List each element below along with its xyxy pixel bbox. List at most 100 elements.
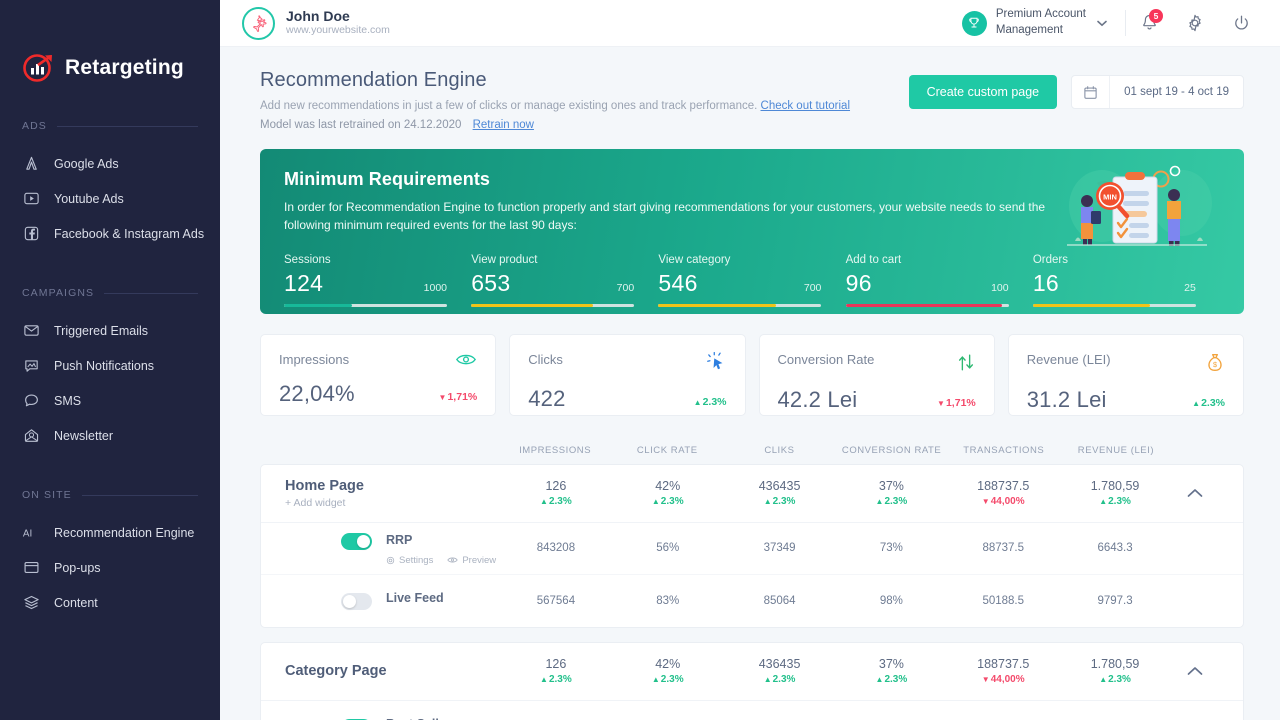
kpi-value: 422 [528,386,565,412]
sidebar-item-pop-ups[interactable]: Pop-ups [0,550,220,585]
power-button[interactable] [1218,0,1264,47]
cell-click-rate: 56% [612,542,724,554]
page-content: Recommendation Engine Add new recommenda… [220,47,1280,720]
minimum-requirements-banner: Minimum Requirements In order for Recomm… [260,149,1244,314]
google-ads-icon [22,155,40,173]
cell-value: 1.780,59 [1059,657,1171,671]
banner-metrics: Sessions 124 1000 View product 653 700 [284,254,1220,307]
table-row[interactable]: Category Page 126 ▲2.3% 42% ▲2.3% 436435… [261,643,1243,701]
cell-delta: ▲2.3% [500,496,612,507]
kpi-value: 22,04% [279,381,355,407]
brand[interactable]: Retargeting [0,0,220,84]
metric-progress-bar [284,304,447,307]
cell-value: 37% [835,657,947,671]
table-column-headers: IMPRESSIONS CLICK RATE CLIKS CONVERSION … [260,438,1244,464]
widget-toggle[interactable] [341,533,372,550]
widget-preview-button[interactable]: Preview [447,555,496,566]
cell-impressions: 567564 [500,595,612,607]
svg-text:$: $ [1213,360,1217,369]
kpi-delta: ▼1,71% [439,391,478,407]
kpi-title: Impressions [279,352,349,367]
user-name: John Doe [286,8,390,24]
widget-toggle[interactable] [341,593,372,610]
sidebar-item-sms[interactable]: SMS [0,383,220,418]
power-icon [1232,14,1251,33]
cell-delta: ▲2.3% [500,674,612,685]
kpi-value: 31.2 Lei [1027,387,1107,413]
money-bag-icon: $ [1205,352,1225,378]
retrain-now-link[interactable]: Retrain now [473,119,534,131]
sidebar-item-google-ads[interactable]: Google Ads [0,146,220,181]
model-retrain-line: Model was last retrained on 24.12.2020 R… [260,119,850,131]
metric-max: 1000 [424,282,447,294]
cell-impressions: 843208 [500,542,612,554]
widget-settings-button[interactable]: Settings [386,555,433,566]
create-custom-page-button[interactable]: Create custom page [909,75,1058,109]
trophy-icon [962,11,987,36]
metric-max: 700 [804,282,822,294]
widget-name-cell: RRP Settings Preview [285,531,500,566]
date-range-picker[interactable]: 01 sept 19 - 4 oct 19 [1071,75,1244,109]
user-website: www.yourwebsite.com [286,24,390,38]
sidebar-section-on-site: ON SITE AI Recommendation Engine Pop-ups [0,489,220,620]
cell-transactions: 188737.5 ▼44,00% [947,479,1059,507]
sidebar-item-facebook-instagram-ads[interactable]: Facebook & Instagram Ads [0,216,220,251]
metric-progress-bar [471,304,634,307]
chevron-up-icon[interactable] [1171,666,1219,676]
date-range-value: 01 sept 19 - 4 oct 19 [1110,86,1243,98]
page-title: Recommendation Engine [260,69,850,92]
user-profile[interactable]: John Doe www.yourwebsite.com [242,7,390,40]
metric-view-product: View product 653 700 [471,254,658,307]
kpi-title: Conversion Rate [778,352,875,367]
metric-progress-fill [1033,304,1150,307]
sidebar-item-youtube-ads[interactable]: Youtube Ads [0,181,220,216]
group-name-cell: Home Page + Add widget [285,478,500,509]
sidebar-item-push-notifications[interactable]: Push Notifications [0,348,220,383]
check-out-tutorial-link[interactable]: Check out tutorial [761,100,851,112]
sidebar-item-label: Push Notifications [54,359,154,373]
metric-label: View category [658,254,845,266]
layers-icon [22,594,40,612]
popup-window-icon [22,559,40,577]
divider [82,495,198,496]
kpi-delta: ▲2.3% [694,396,727,412]
metric-progress-bar [1033,304,1196,307]
cell-conversion-rate: 37% ▲2.3% [835,657,947,685]
cell-delta: ▲2.3% [835,674,947,685]
brand-name: Retargeting [65,56,184,80]
metric-label: Add to cart [846,254,1033,266]
cell-value: 42% [612,657,724,671]
table-group-category-page: Category Page 126 ▲2.3% 42% ▲2.3% 436435… [260,642,1244,720]
premium-account-dropdown[interactable]: Premium Account Management [962,7,1125,38]
notifications-button[interactable]: 5 [1126,0,1172,47]
widget-row-live-feed: Live Feed 567564 83% 85064 98% 50188.5 9… [261,575,1243,627]
metric-orders: Orders 16 25 [1033,254,1220,307]
illustration-badge-text: MIN [1103,192,1117,201]
push-notification-icon [22,357,40,375]
kpi-card-clicks: Clicks 422 ▲2.3% [509,334,745,416]
cell-cliks: 37349 [724,542,836,554]
cell-conversion-rate: 73% [835,542,947,554]
cell-value: 188737.5 [947,657,1059,671]
sidebar-item-triggered-emails[interactable]: Triggered Emails [0,313,220,348]
sidebar-item-content[interactable]: Content [0,585,220,620]
sidebar-item-newsletter[interactable]: Newsletter [0,418,220,453]
up-down-arrows-icon [956,352,976,378]
sidebar-item-recommendation-engine[interactable]: AI Recommendation Engine [0,515,220,550]
cell-transactions: 50188.5 [947,595,1059,607]
add-widget-button[interactable]: + Add widget [285,497,500,509]
sidebar-item-label: Youtube Ads [54,192,124,206]
column-header-transactions: TRANSACTIONS [948,445,1060,456]
table-row[interactable]: Home Page + Add widget 126 ▲2.3% 42% ▲2.… [261,465,1243,523]
metric-label: View product [471,254,658,266]
kpi-card-conversion-rate: Conversion Rate 42.2 Lei ▼1,71% [759,334,995,416]
sidebar-item-label: Google Ads [54,157,119,171]
metric-progress-bar [658,304,821,307]
cell-cliks: 436435 ▲2.3% [724,479,836,507]
cell-delta: ▲2.3% [612,674,724,685]
settings-button[interactable] [1172,0,1218,47]
sidebar-item-label: SMS [54,394,81,408]
chevron-up-icon[interactable] [1171,488,1219,498]
cell-impressions: 126 ▲2.3% [500,479,612,507]
cell-value: 436435 [724,657,836,671]
